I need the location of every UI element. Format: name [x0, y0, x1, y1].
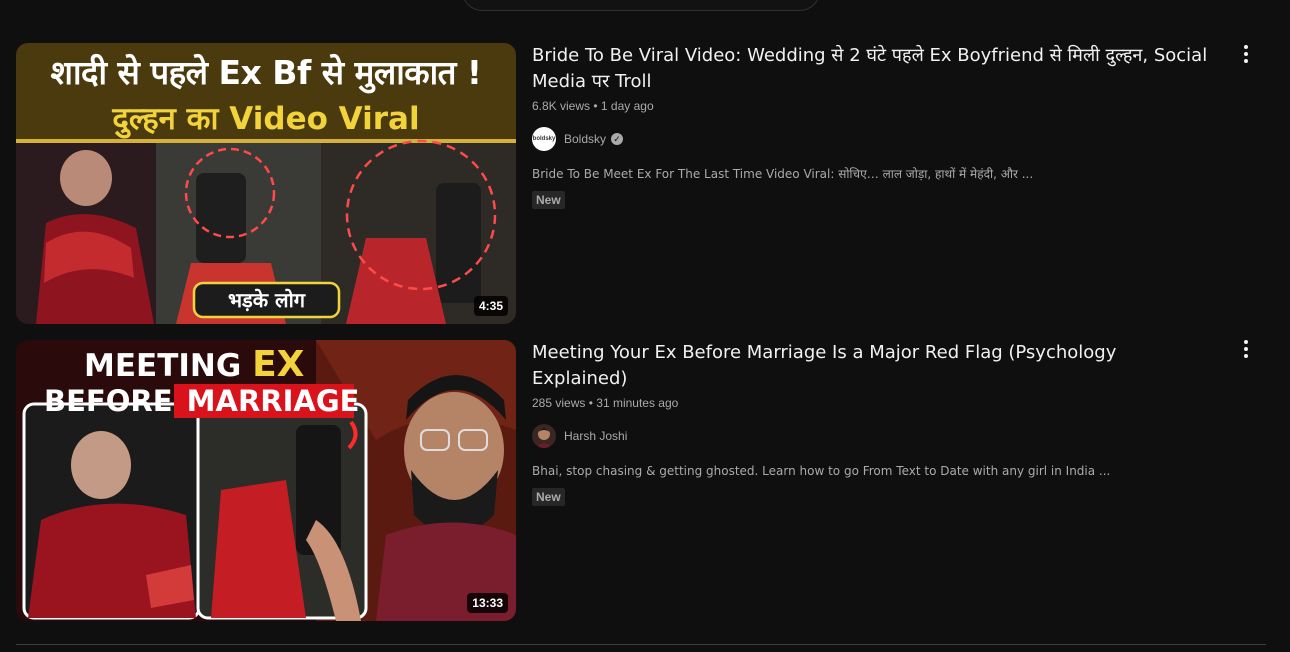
thumbnail-word-meeting: MEETING [84, 348, 242, 384]
channel-avatar[interactable]: boldsky [532, 127, 556, 151]
video-result: शादी से पहले Ex Bf से मुलाकात ! दुल्हन क… [16, 43, 1266, 324]
channel-avatar-logo: boldsky [532, 136, 556, 142]
video-info: Meeting Your Ex Before Marriage Is a Maj… [532, 340, 1212, 506]
new-badge: New [532, 488, 565, 506]
video-thumbnail[interactable]: शादी से पहले Ex Bf से मुलाकात ! दुल्हन क… [16, 43, 516, 324]
view-count: 6.8K views [532, 99, 591, 113]
channel-link[interactable]: Harsh Joshi [532, 424, 1212, 448]
verified-check-icon: ✓ [611, 133, 624, 145]
video-description: Bride To Be Meet Ex For The Last Time Vi… [532, 167, 1034, 181]
new-badge: New [532, 191, 565, 209]
more-actions-icon[interactable] [1230, 337, 1262, 361]
thumbnail-headline-1: MEETING EX [84, 344, 304, 385]
meta-separator: • [588, 396, 593, 410]
video-duration: 4:35 [473, 296, 508, 316]
video-thumbnail[interactable]: MEETING EX BEFORE MARRIAGE 13:33 [16, 340, 516, 621]
thumbnail-word-marriage: MARRIAGE [186, 384, 360, 418]
video-result: MEETING EX BEFORE MARRIAGE 13:33 Meeting… [16, 340, 1266, 621]
video-title[interactable]: Meeting Your Ex Before Marriage Is a Maj… [532, 340, 1212, 392]
upload-age: 1 day ago [600, 99, 654, 113]
thumbnail-headline-2: BEFORE MARRIAGE [44, 384, 359, 418]
thumbnail-word-before: BEFORE [44, 384, 173, 418]
more-actions-icon[interactable] [1230, 42, 1262, 66]
channel-name[interactable]: Boldsky [564, 132, 606, 146]
thumbnail-headline-2: दुल्हन का Video Viral [112, 101, 420, 137]
video-description: Bhai, stop chasing & getting ghosted. Le… [532, 464, 1111, 478]
avatar-image [532, 424, 556, 448]
meta-separator: • [593, 99, 598, 113]
search-bar[interactable] [462, 0, 820, 11]
channel-name[interactable]: Harsh Joshi [564, 429, 627, 443]
channel-avatar[interactable] [532, 424, 556, 448]
upload-age: 31 minutes ago [596, 396, 679, 410]
view-count: 285 views [532, 396, 586, 410]
results-divider [16, 644, 1266, 645]
thumbnail-caption: भड़के लोग [227, 288, 306, 312]
video-title[interactable]: Bride To Be Viral Video: Wedding से 2 घं… [532, 43, 1212, 95]
channel-link[interactable]: boldsky Boldsky ✓ [532, 127, 1212, 151]
video-metadata: 6.8K views • 1 day ago [532, 97, 1212, 115]
thumbnail-word-ex: EX [252, 344, 305, 385]
video-info: Bride To Be Viral Video: Wedding से 2 घं… [532, 43, 1212, 209]
video-duration: 13:33 [467, 593, 508, 613]
video-metadata: 285 views • 31 minutes ago [532, 394, 1212, 412]
thumbnail-headline-1: शादी से पहले Ex Bf से मुलाकात ! [50, 53, 482, 92]
